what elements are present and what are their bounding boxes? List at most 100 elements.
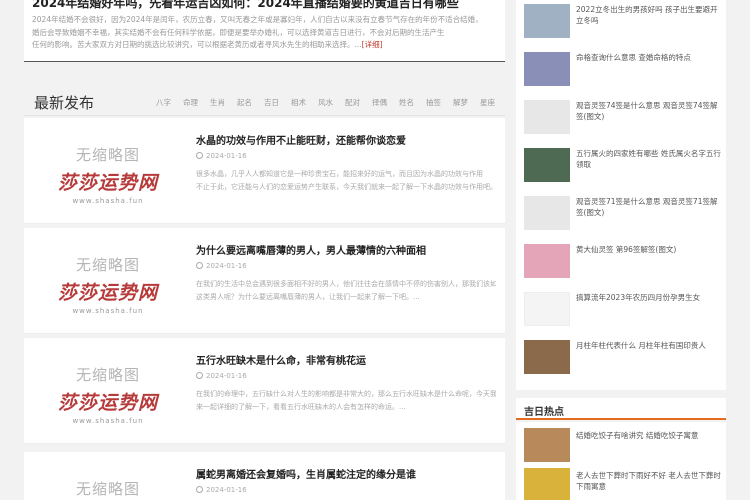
top-article-title[interactable]: 2024年结婚好年吗，先看年运吉凶如何：2024年直播结婚要的黄道吉日有哪些 [32, 0, 459, 11]
sidebar-item[interactable]: 搞算流年2023年农历四月份孕男生女 [516, 288, 726, 336]
site-url: www.shasha.fun [72, 197, 144, 205]
top-article-excerpt-text: 任何的影响。苦大家双方对日期的挑选比较讲究，可以根据老黄历或者寻风水先生的相助来… [32, 40, 362, 49]
sidebar-item[interactable]: 观音灵签74签是什么意思 观音灵签74签解签(图文) [516, 96, 726, 144]
hot-item-thumbnail [524, 468, 570, 500]
article-item: 无缩略图 莎莎运势网 www.shasha.fun 为什么要远离嘴唇薄的男人，男… [24, 228, 505, 334]
category-tab[interactable]: 星座 [480, 97, 495, 108]
latest-section-header: 最新发布 八字 命理 生肖 起名 吉日 相术 风水 配对 择偶 姓名 抽签 解梦… [24, 86, 505, 116]
hot-item[interactable]: 结婚吃饺子有啥讲究 结婚吃饺子寓意 [516, 426, 726, 466]
article-item: 无缩略图 莎莎运势网 www.shasha.fun 水晶的功效与作用不止能旺财，… [24, 118, 505, 224]
site-url: www.shasha.fun [72, 307, 144, 315]
category-tab[interactable]: 抽签 [426, 97, 441, 108]
sidebar-item-title: 观音灵签71签是什么意思 观音灵签71签解签(图文) [576, 197, 718, 217]
sidebar-item-thumbnail [524, 340, 570, 374]
sidebar-item-title: 2022立冬出生的男孩好吗 孩子出生要避开立冬吗 [576, 5, 718, 25]
article-date: 2024-01-16 [196, 372, 247, 380]
article-item: 无缩略图 属蛇男离婚还会复婚吗，生肖属蛇注定的缘分是谁 2024-01-16 [24, 452, 505, 500]
category-tab[interactable]: 姓名 [399, 97, 414, 108]
article-item: 无缩略图 莎莎运势网 www.shasha.fun 五行水旺缺木是什么命，非常有… [24, 338, 505, 444]
article-thumbnail[interactable]: 无缩略图 莎莎运势网 www.shasha.fun [38, 242, 178, 326]
article-excerpt-line: 在我们的命理中，五行缺什么对人生的影响都是非常大的，那么五行水旺缺木是什么命呢，… [196, 390, 496, 398]
section-title: 最新发布 [34, 94, 95, 112]
article-title[interactable]: 五行水旺缺木是什么命，非常有桃花运 [196, 352, 366, 367]
top-article-card: 2024年结婚好年吗，先看年运吉凶如何：2024年直播结婚要的黄道吉日有哪些 2… [24, 0, 505, 62]
category-tab[interactable]: 风水 [318, 97, 333, 108]
sidebar-item-title: 命格查询什么意思 查婚命格的特点 [576, 53, 691, 62]
article-date-text: 2024-01-16 [206, 152, 247, 160]
top-article-excerpt-line: 2024年结婚不会很好，因为2024年是闰年，农历立春，又叫无春之年或是寡妇年，… [32, 15, 483, 24]
sidebar-item-thumbnail [524, 100, 570, 134]
sidebar-item-thumbnail [524, 244, 570, 278]
hot-article-list: 结婚吃饺子有啥讲究 结婚吃饺子寓意 老人去世下葬时下雨好不好 老人去世下葬时下雨… [516, 422, 726, 500]
hot-item-title: 老人去世下葬时下雨好不好 老人去世下葬时下雨寓意 [576, 471, 721, 491]
article-excerpt-line: 不止于此，它还能与人们的恋爱运势产生联系，今天我们就来一起了解一下水晶的功效与作… [196, 183, 496, 191]
article-date-text: 2024-01-16 [206, 486, 247, 494]
sidebar: 2022立冬出生的男孩好吗 孩子出生要避开立冬吗 命格查询什么意思 查婚命格的特… [516, 0, 726, 500]
sidebar-item[interactable]: 命格查询什么意思 查婚命格的特点 [516, 48, 726, 96]
sidebar-item[interactable]: 月柱年柱代表什么 月柱年柱有国印贵人 [516, 336, 726, 384]
article-title[interactable]: 属蛇男离婚还会复婚吗，生肖属蛇注定的缘分是谁 [196, 466, 416, 481]
article-thumbnail[interactable]: 无缩略图 [38, 466, 178, 500]
sidebar-item-thumbnail [524, 52, 570, 86]
sidebar-item-title: 搞算流年2023年农历四月份孕男生女 [576, 293, 701, 302]
article-title[interactable]: 为什么要远离嘴唇薄的男人，男人最薄情的六种面相 [196, 242, 426, 257]
category-tab[interactable]: 解梦 [453, 97, 468, 108]
clock-icon [196, 486, 203, 493]
sidebar-item[interactable]: 黄大仙灵签 第96签解签(图文) [516, 240, 726, 288]
category-tab[interactable]: 吉日 [264, 97, 279, 108]
article-date-text: 2024-01-16 [206, 372, 247, 380]
site-logo: 莎莎运势网 [57, 282, 158, 304]
page: 2024年结婚好年吗，先看年运吉凶如何：2024年直播结婚要的黄道吉日有哪些 2… [0, 0, 750, 500]
article-date-text: 2024-01-16 [206, 262, 247, 270]
thumbnail-placeholder-text: 无缩略图 [75, 366, 140, 384]
thumbnail-placeholder-text: 无缩略图 [75, 480, 140, 498]
thumbnail-placeholder-text: 无缩略图 [75, 146, 140, 164]
read-more-link[interactable]: [详细] [362, 40, 383, 49]
category-tab[interactable]: 命理 [183, 97, 198, 108]
sidebar-item[interactable]: 观音灵签71签是什么意思 观音灵签71签解签(图文) [516, 192, 726, 240]
top-article-excerpt-line: 任何的影响。苦大家双方对日期的挑选比较讲究，可以根据老黄历或者寻风水先生的相助来… [32, 39, 494, 50]
hot-item-title: 结婚吃饺子有啥讲究 结婚吃饺子寓意 [576, 431, 699, 440]
article-thumbnail[interactable]: 无缩略图 莎莎运势网 www.shasha.fun [38, 132, 178, 216]
sidebar-item-title: 黄大仙灵签 第96签解签(图文) [576, 245, 677, 254]
article-date: 2024-01-16 [196, 152, 247, 160]
category-tab[interactable]: 择偶 [372, 97, 387, 108]
site-logo: 莎莎运势网 [57, 172, 158, 194]
clock-icon [196, 262, 203, 269]
article-excerpt-line: 来一起详细的了解一下，看看五行水旺缺木的人会有怎样的命运。... [196, 403, 406, 411]
clock-icon [196, 152, 203, 159]
article-excerpt-line: 在我们的生活中总会遇到很多面相不好的男人，他们往往会在感情中不停的伤害别人，那我… [196, 280, 496, 288]
sidebar-item-title: 五行属火的四家姓有哪些 姓氏属火名字五行领取 [576, 149, 721, 169]
category-tabs: 八字 命理 生肖 起名 吉日 相术 风水 配对 择偶 姓名 抽签 解梦 星座 [144, 97, 495, 108]
article-excerpt-line: 这类男人呢？为什么要远离嘴唇薄的男人，让我们一起来了解一下吧。... [196, 293, 420, 301]
sidebar-article-list: 2022立冬出生的男孩好吗 孩子出生要避开立冬吗 命格查询什么意思 查婚命格的特… [516, 0, 726, 390]
thumbnail-placeholder-text: 无缩略图 [75, 256, 140, 274]
site-logo: 莎莎运势网 [57, 392, 158, 414]
category-tab[interactable]: 起名 [237, 97, 252, 108]
clock-icon [196, 372, 203, 379]
category-tab[interactable]: 八字 [156, 97, 171, 108]
hot-section-title: 吉日热点 [524, 407, 564, 418]
article-thumbnail[interactable]: 无缩略图 莎莎运势网 www.shasha.fun [38, 352, 178, 436]
article-date: 2024-01-16 [196, 262, 247, 270]
article-excerpt-line: 很多水晶，几乎人人都知道它是一种珍贵宝石，能招来好的运气，而且因为水晶的功效与作… [196, 170, 483, 178]
sidebar-item-title: 观音灵签74签是什么意思 观音灵签74签解签(图文) [576, 101, 718, 121]
hot-item-thumbnail [524, 428, 570, 462]
sidebar-item-thumbnail [524, 4, 570, 38]
hot-item[interactable]: 老人去世下葬时下雨好不好 老人去世下葬时下雨寓意 [516, 466, 726, 500]
sidebar-item[interactable]: 五行属火的四家姓有哪些 姓氏属火名字五行领取 [516, 144, 726, 192]
category-tab[interactable]: 相术 [291, 97, 306, 108]
article-title[interactable]: 水晶的功效与作用不止能旺财，还能帮你谈恋爱 [196, 132, 406, 147]
site-url: www.shasha.fun [72, 417, 144, 425]
sidebar-item-thumbnail [524, 196, 570, 230]
hot-section-header: 吉日热点 [516, 398, 726, 420]
sidebar-item-thumbnail [524, 148, 570, 182]
main-column: 2024年结婚好年吗，先看年运吉凶如何：2024年直播结婚要的黄道吉日有哪些 2… [24, 0, 505, 500]
category-tab[interactable]: 生肖 [210, 97, 225, 108]
top-article-excerpt-line: 婚后会导致婚姻不幸福，其实结婚不会有任何科学依据，即便是要举办婚礼，可以选择黄道… [32, 28, 445, 37]
sidebar-item[interactable]: 2022立冬出生的男孩好吗 孩子出生要避开立冬吗 [516, 0, 726, 48]
category-tab[interactable]: 配对 [345, 97, 360, 108]
sidebar-item-title: 月柱年柱代表什么 月柱年柱有国印贵人 [576, 341, 706, 350]
sidebar-item-thumbnail [524, 292, 570, 326]
article-date: 2024-01-16 [196, 486, 247, 494]
